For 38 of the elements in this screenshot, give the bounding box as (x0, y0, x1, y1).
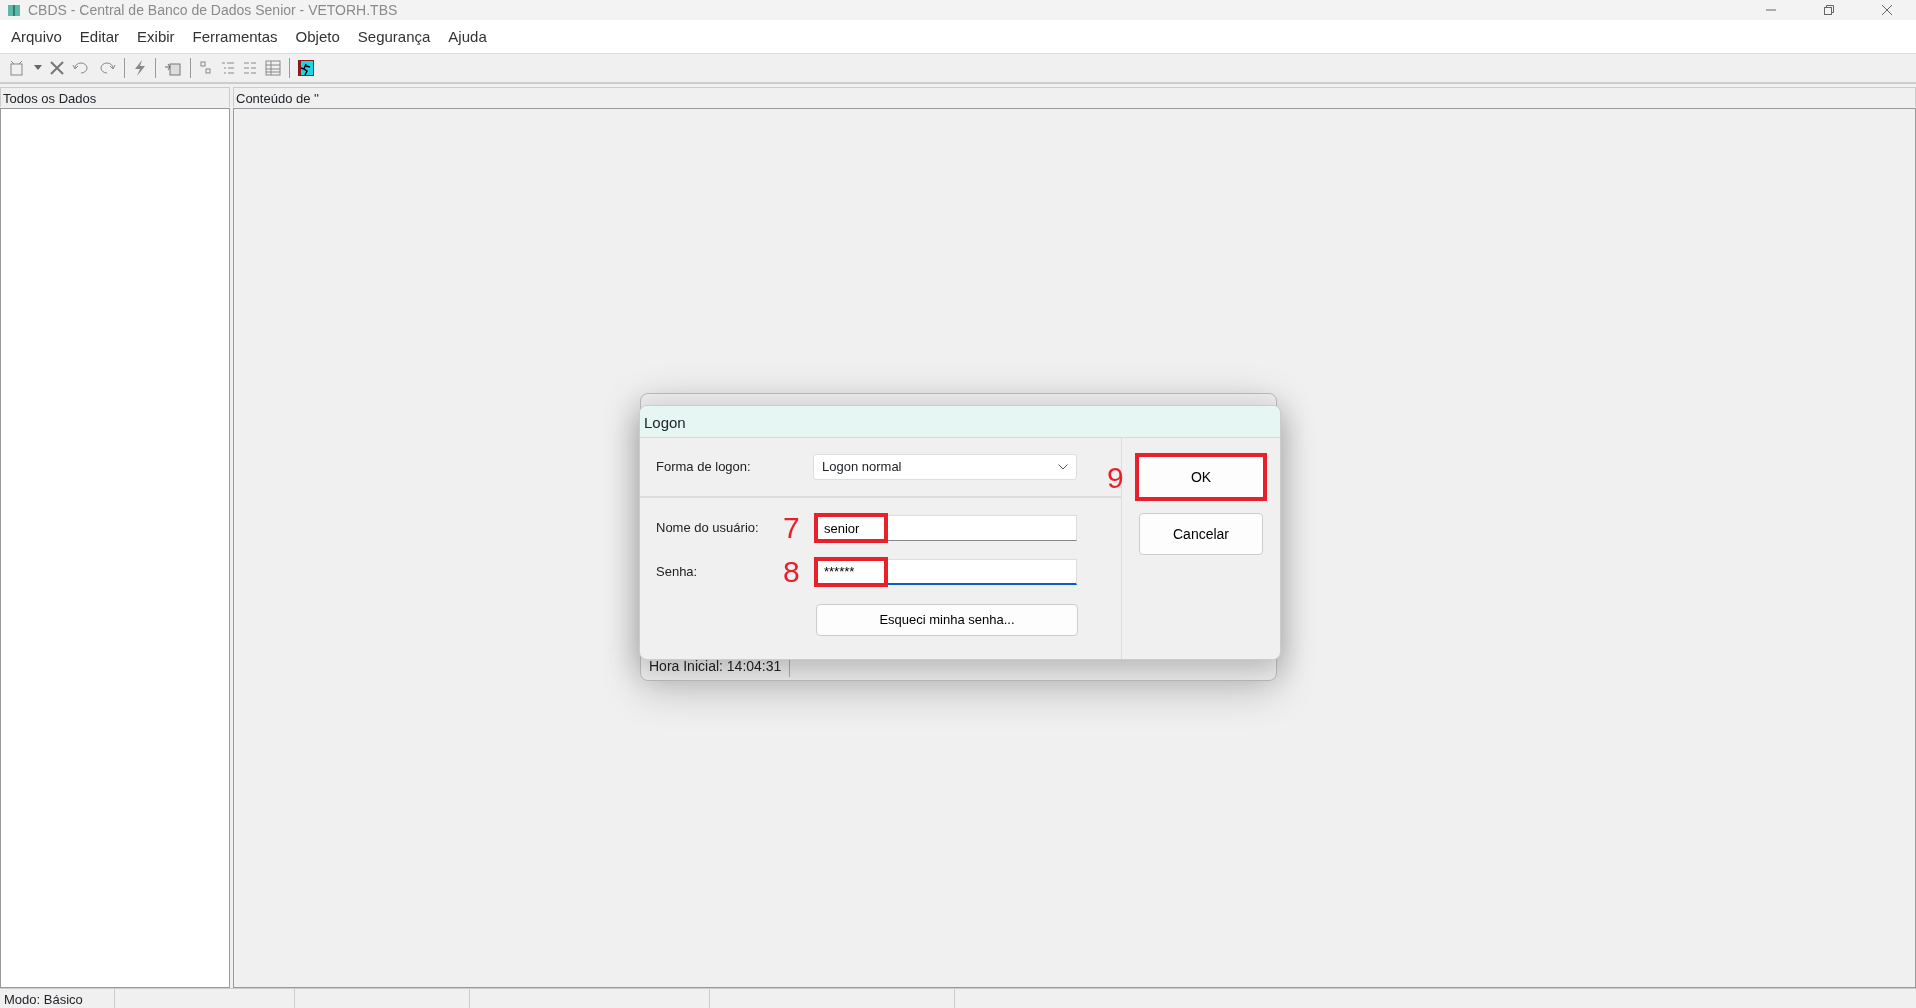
close-icon[interactable] (1881, 4, 1893, 16)
annotation-number: 8 (783, 557, 800, 587)
menu-item[interactable]: Segurança (348, 24, 440, 51)
details-icon[interactable] (265, 59, 281, 76)
field-label: Nome do usuário: (656, 519, 759, 538)
app-icon (6, 2, 22, 18)
menu-item[interactable]: Ferramentas (183, 24, 287, 51)
forgot-password-button[interactable]: Esqueci minha senha... (816, 604, 1078, 636)
panel-header: Todos os Dados (0, 86, 230, 107)
window-title: CBDS - Central de Banco de Dados Senior - VETORH.TBS (28, 0, 398, 20)
dialog-button[interactable]: Cancelar (1139, 513, 1263, 555)
dialog-button[interactable]: OK (1135, 453, 1267, 501)
input-field[interactable]: senior (815, 515, 1077, 541)
new-item-icon[interactable] (8, 58, 26, 77)
redo-icon[interactable] (98, 61, 116, 74)
menu-item[interactable]: Arquivo (2, 24, 71, 51)
undo-icon[interactable] (72, 61, 90, 74)
dropdown[interactable]: Logon normal (813, 454, 1077, 480)
field-label: Senha: (656, 563, 698, 582)
large-icons-icon[interactable] (199, 59, 213, 76)
input-field[interactable]: ****** (815, 559, 1077, 585)
small-icons-icon[interactable] (221, 59, 235, 76)
exit-icon[interactable] (298, 59, 314, 76)
panel-header: Conteúdo de '' (233, 86, 1916, 107)
field-label: Forma de logon: (656, 458, 751, 477)
menu-item[interactable]: Exibir (128, 24, 184, 51)
menu-item[interactable]: Editar (70, 24, 129, 51)
list-icon[interactable] (243, 59, 257, 76)
dialog-title: Logon (640, 406, 1280, 438)
menu-item[interactable]: Ajuda (439, 24, 496, 51)
annotation-number: 7 (783, 513, 800, 543)
status-text: Modo: Básico (0, 989, 115, 1008)
caret-icon[interactable] (34, 64, 42, 71)
delete-icon[interactable] (50, 60, 64, 75)
chevron-down-icon[interactable] (1058, 464, 1068, 470)
menu-item[interactable]: Objeto (286, 24, 349, 51)
restore-icon[interactable] (1823, 4, 1835, 16)
annotation-number: 9 (1107, 463, 1124, 493)
